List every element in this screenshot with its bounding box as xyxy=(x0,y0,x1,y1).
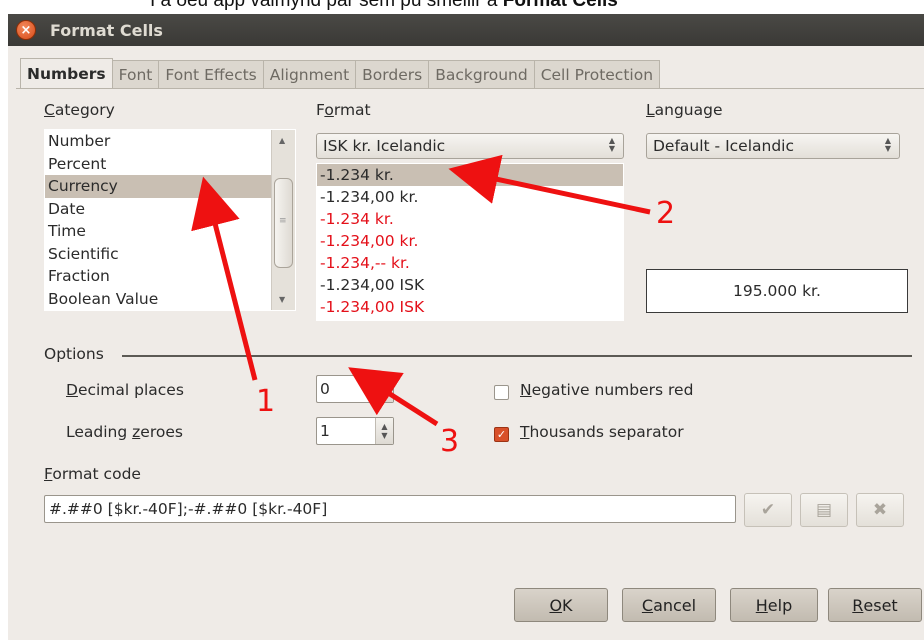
updown-icon: ▲ ▼ xyxy=(608,136,615,153)
ok-button[interactable]: OK xyxy=(514,588,608,622)
clipboard-icon: ▤ xyxy=(815,500,833,520)
annotation-1: 1 xyxy=(256,384,276,419)
cancel-button[interactable]: Cancel xyxy=(622,588,716,622)
scroll-up-icon[interactable]: ▲ xyxy=(279,136,285,145)
list-item[interactable]: -1.234,00 kr. xyxy=(317,230,623,252)
category-label: Category xyxy=(44,101,115,119)
reset-button[interactable]: Reset xyxy=(828,588,922,622)
tab-font-effects[interactable]: Font Effects xyxy=(158,60,264,88)
checkmark-icon: ✔ xyxy=(760,500,776,520)
list-item[interactable]: -1.234 kr. xyxy=(317,208,623,230)
list-item[interactable]: Date xyxy=(45,198,295,221)
format-cells-dialog: × Format Cells Numbers Font Font Effects… xyxy=(8,14,924,640)
close-icon[interactable]: × xyxy=(16,20,36,40)
close-icon: ✖ xyxy=(872,500,888,520)
updown-icon: ▲ ▼ xyxy=(884,136,891,153)
options-label: Options xyxy=(44,345,104,363)
tab-font[interactable]: Font xyxy=(111,60,160,88)
grip-icon: ≡ xyxy=(279,216,287,226)
leading-zeroes-value: 1 xyxy=(320,422,330,440)
help-button[interactable]: Help xyxy=(730,588,818,622)
list-item[interactable]: -1.234,00 ISK xyxy=(317,274,623,296)
annotation-2: 2 xyxy=(656,196,676,231)
list-item[interactable]: Scientific xyxy=(45,243,295,266)
preview-text: 195.000 kr. xyxy=(733,282,821,300)
decimal-places-label: Decimal places xyxy=(66,381,184,399)
list-item[interactable]: -1.234,-- kr. xyxy=(317,252,623,274)
list-item[interactable]: Percent xyxy=(45,153,295,176)
currency-value: ISK kr. Icelandic xyxy=(323,137,446,155)
negative-red-checkbox[interactable] xyxy=(494,385,509,400)
list-item[interactable]: Boolean Value xyxy=(45,288,295,311)
language-select[interactable]: Default - Icelandic ▲ ▼ xyxy=(646,133,900,159)
currency-select[interactable]: ISK kr. Icelandic ▲ ▼ xyxy=(316,133,624,159)
tab-bar: Numbers Font Font Effects Alignment Bord… xyxy=(20,58,661,88)
tab-alignment[interactable]: Alignment xyxy=(262,60,357,88)
stepper-icon[interactable]: ▲ ▼ xyxy=(375,376,393,402)
category-list[interactable]: Number Percent Currency Date Time Scient… xyxy=(44,129,296,311)
format-label: Format xyxy=(316,101,371,119)
checkmark-icon: ✓ xyxy=(496,428,507,441)
delete-button[interactable]: ✖ xyxy=(856,493,904,527)
list-item[interactable]: Currency xyxy=(45,175,295,198)
thousands-separator-label: Thousands separator xyxy=(520,423,684,441)
category-scrollbar[interactable]: ▲ ≡ ▼ xyxy=(271,130,295,310)
options-separator xyxy=(122,355,912,357)
list-item[interactable]: -1.234,00 ISK xyxy=(317,296,623,318)
list-item[interactable]: Number xyxy=(45,130,295,153)
tab-numbers[interactable]: Numbers xyxy=(20,58,113,88)
numbers-panel: Category Number Percent Currency Date Ti… xyxy=(16,88,924,588)
list-item[interactable]: Fraction xyxy=(45,265,295,288)
format-code-label: Format code xyxy=(44,465,141,483)
decimal-places-stepper[interactable]: 0 ▲ ▼ xyxy=(316,375,394,403)
language-label: Language xyxy=(646,101,723,119)
add-comment-button[interactable]: ▤ xyxy=(800,493,848,527)
list-item[interactable]: Time xyxy=(45,220,295,243)
caption-text: Í a ðeu app valmynd þar sem þú smellir á… xyxy=(150,0,618,11)
scroll-down-icon[interactable]: ▼ xyxy=(279,295,285,304)
tab-cell-protection[interactable]: Cell Protection xyxy=(533,60,661,88)
title-bar: × Format Cells xyxy=(8,14,924,46)
list-item[interactable]: -1.234 kr. xyxy=(317,164,623,186)
decimal-places-value: 0 xyxy=(320,380,330,398)
negative-red-label: Negative numbers red xyxy=(520,381,694,399)
window-title: Format Cells xyxy=(50,20,163,40)
annotation-3: 3 xyxy=(440,424,460,459)
format-code-value: #.##0 [$kr.-40F];-#.##0 [$kr.-40F] xyxy=(49,500,328,518)
format-list[interactable]: -1.234 kr. -1.234,00 kr. -1.234 kr. -1.2… xyxy=(316,163,624,321)
thousands-separator-checkbox[interactable]: ✓ xyxy=(494,427,509,442)
list-item[interactable]: -1.234,00 kr. xyxy=(317,186,623,208)
accept-button[interactable]: ✔ xyxy=(744,493,792,527)
tab-borders[interactable]: Borders xyxy=(355,60,430,88)
leading-zeroes-stepper[interactable]: 1 ▲ ▼ xyxy=(316,417,394,445)
tab-background[interactable]: Background xyxy=(428,60,535,88)
format-code-input[interactable]: #.##0 [$kr.-40F];-#.##0 [$kr.-40F] xyxy=(44,495,736,523)
language-value: Default - Icelandic xyxy=(653,137,795,155)
stepper-icon[interactable]: ▲ ▼ xyxy=(375,418,393,444)
format-preview: 195.000 kr. xyxy=(646,269,908,313)
leading-zeroes-label: Leading zeroes xyxy=(66,423,183,441)
